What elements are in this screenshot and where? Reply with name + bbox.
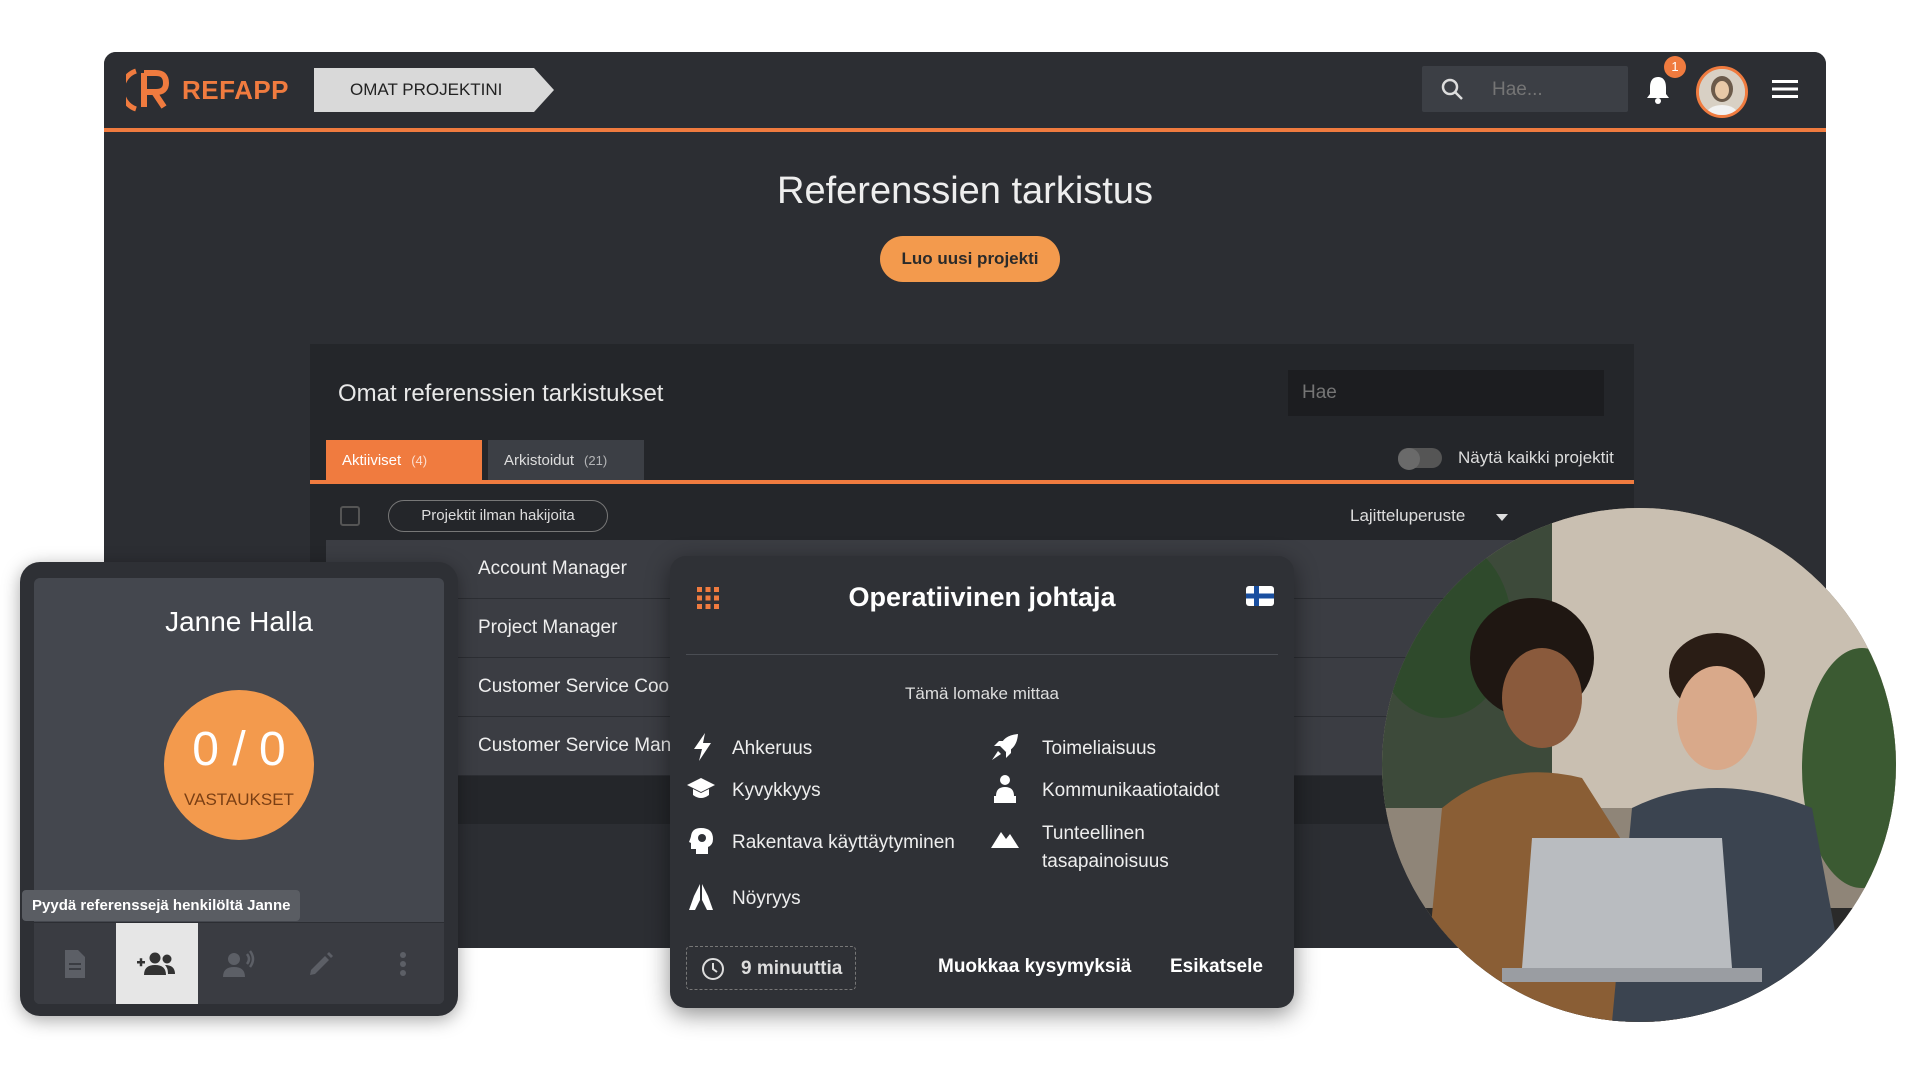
refapp-logo-icon bbox=[126, 68, 169, 112]
more-icon bbox=[400, 952, 406, 976]
document-button[interactable] bbox=[34, 923, 116, 1004]
notification-badge: 1 bbox=[1664, 56, 1686, 78]
edit-questions-button[interactable]: Muokkaa kysymyksiä bbox=[938, 956, 1131, 978]
logo-text: REFAPP bbox=[182, 74, 290, 105]
measures-label: Tämä lomake mittaa bbox=[905, 684, 1059, 703]
praying-hands-icon bbox=[689, 884, 713, 910]
divider bbox=[686, 654, 1278, 655]
trait-label: Nöyryys bbox=[732, 888, 801, 909]
trait-label: Toimeliaisuus bbox=[1042, 738, 1157, 759]
voice-icon bbox=[223, 950, 255, 977]
project-row-title: Account Manager bbox=[478, 558, 627, 579]
candidate-toolbar bbox=[34, 922, 444, 1004]
user-avatar[interactable] bbox=[1696, 66, 1748, 118]
presenter-icon bbox=[994, 775, 1016, 803]
trait-label: Ahkeruus bbox=[732, 738, 813, 759]
tab-archived-count: (21) bbox=[584, 453, 608, 468]
search-icon bbox=[1441, 78, 1463, 100]
duration-text: 9 minuuttia bbox=[741, 958, 843, 979]
response-score-value: 0 / 0 bbox=[192, 723, 286, 776]
breadcrumb[interactable]: OMAT PROJEKTINI bbox=[314, 68, 554, 112]
top-navbar: REFAPP OMAT PROJEKTINI 1 bbox=[104, 52, 1826, 132]
request-references-tooltip: Pyydä referenssejä henkilöltä Janne bbox=[22, 890, 301, 921]
trait-label: Tunteellinen tasapainoisuus bbox=[1042, 823, 1169, 872]
document-icon bbox=[65, 950, 85, 978]
finnish-flag-icon[interactable] bbox=[1246, 586, 1274, 606]
tab-underline bbox=[310, 480, 1634, 484]
tab-archived[interactable]: Arkistoidut (21) bbox=[488, 440, 644, 480]
response-score-label: VASTAUKSET bbox=[184, 790, 294, 809]
edit-icon bbox=[310, 952, 333, 975]
people-with-laptop-image bbox=[1382, 508, 1896, 1022]
request-references-button[interactable] bbox=[116, 923, 198, 1004]
form-modal: Operatiivinen johtaja Tämä lomake mittaa… bbox=[670, 556, 1294, 1008]
preview-button[interactable]: Esikatsele bbox=[1170, 956, 1263, 978]
edit-button[interactable] bbox=[280, 923, 362, 1004]
refapp-logo[interactable]: REFAPP bbox=[126, 64, 296, 116]
panel-search-input[interactable] bbox=[1288, 370, 1604, 416]
tab-active[interactable]: Aktiiviset (4) bbox=[326, 440, 482, 480]
people-photo bbox=[1382, 508, 1896, 1022]
toggle-knob bbox=[1398, 448, 1420, 470]
page-title: Referenssien tarkistus bbox=[777, 170, 1153, 212]
mountain-icon bbox=[991, 832, 1019, 848]
candidate-name: Janne Halla bbox=[165, 606, 313, 637]
hamburger-menu-icon[interactable] bbox=[1772, 78, 1798, 100]
trait-label: Kommunikaatiotaidot bbox=[1042, 780, 1220, 801]
create-project-button[interactable]: Luo uusi projekti bbox=[880, 236, 1060, 282]
tab-active-label: Aktiiviset bbox=[342, 452, 402, 469]
add-people-icon bbox=[137, 952, 175, 975]
sort-dropdown[interactable]: Lajitteluperuste bbox=[1350, 506, 1465, 526]
project-row-title: Customer Service Mana bbox=[478, 735, 682, 756]
rocket-icon bbox=[992, 734, 1018, 760]
filter-chip-no-applicants[interactable]: Projektit ilman hakijoita bbox=[388, 500, 608, 532]
tab-active-count: (4) bbox=[411, 453, 428, 468]
clock-icon bbox=[702, 958, 724, 980]
voice-button[interactable] bbox=[198, 923, 280, 1004]
lightning-icon bbox=[694, 733, 711, 761]
global-search-input[interactable] bbox=[1490, 75, 1614, 105]
caret-down-icon[interactable] bbox=[1496, 514, 1508, 521]
bell-icon[interactable] bbox=[1644, 74, 1672, 104]
trait-label: Kyvykkyys bbox=[732, 780, 821, 801]
trait-label: Rakentava käyttäytyminen bbox=[732, 832, 955, 853]
tab-archived-label: Arkistoidut bbox=[504, 452, 575, 469]
graduation-cap-icon bbox=[687, 778, 715, 798]
duration-badge: 9 minuuttia bbox=[686, 946, 856, 990]
project-row-title: Project Manager bbox=[478, 617, 618, 638]
global-search[interactable] bbox=[1422, 66, 1628, 112]
project-row-title: Customer Service Coor bbox=[478, 676, 676, 697]
panel-title: Omat referenssien tarkistukset bbox=[338, 380, 664, 407]
select-all-checkbox[interactable] bbox=[340, 506, 360, 526]
toggle-label: Näytä kaikki projektit bbox=[1458, 448, 1614, 467]
breadcrumb-label: OMAT PROJEKTINI bbox=[350, 80, 503, 99]
head-idea-icon bbox=[689, 828, 713, 854]
avatar-image bbox=[1699, 69, 1745, 115]
form-title: Operatiivinen johtaja bbox=[848, 582, 1116, 612]
response-score-circle: 0 / 0 VASTAUKSET bbox=[164, 690, 314, 840]
more-options-button[interactable] bbox=[362, 923, 444, 1004]
candidate-card: Janne Halla 0 / 0 VASTAUKSET bbox=[34, 578, 444, 1004]
